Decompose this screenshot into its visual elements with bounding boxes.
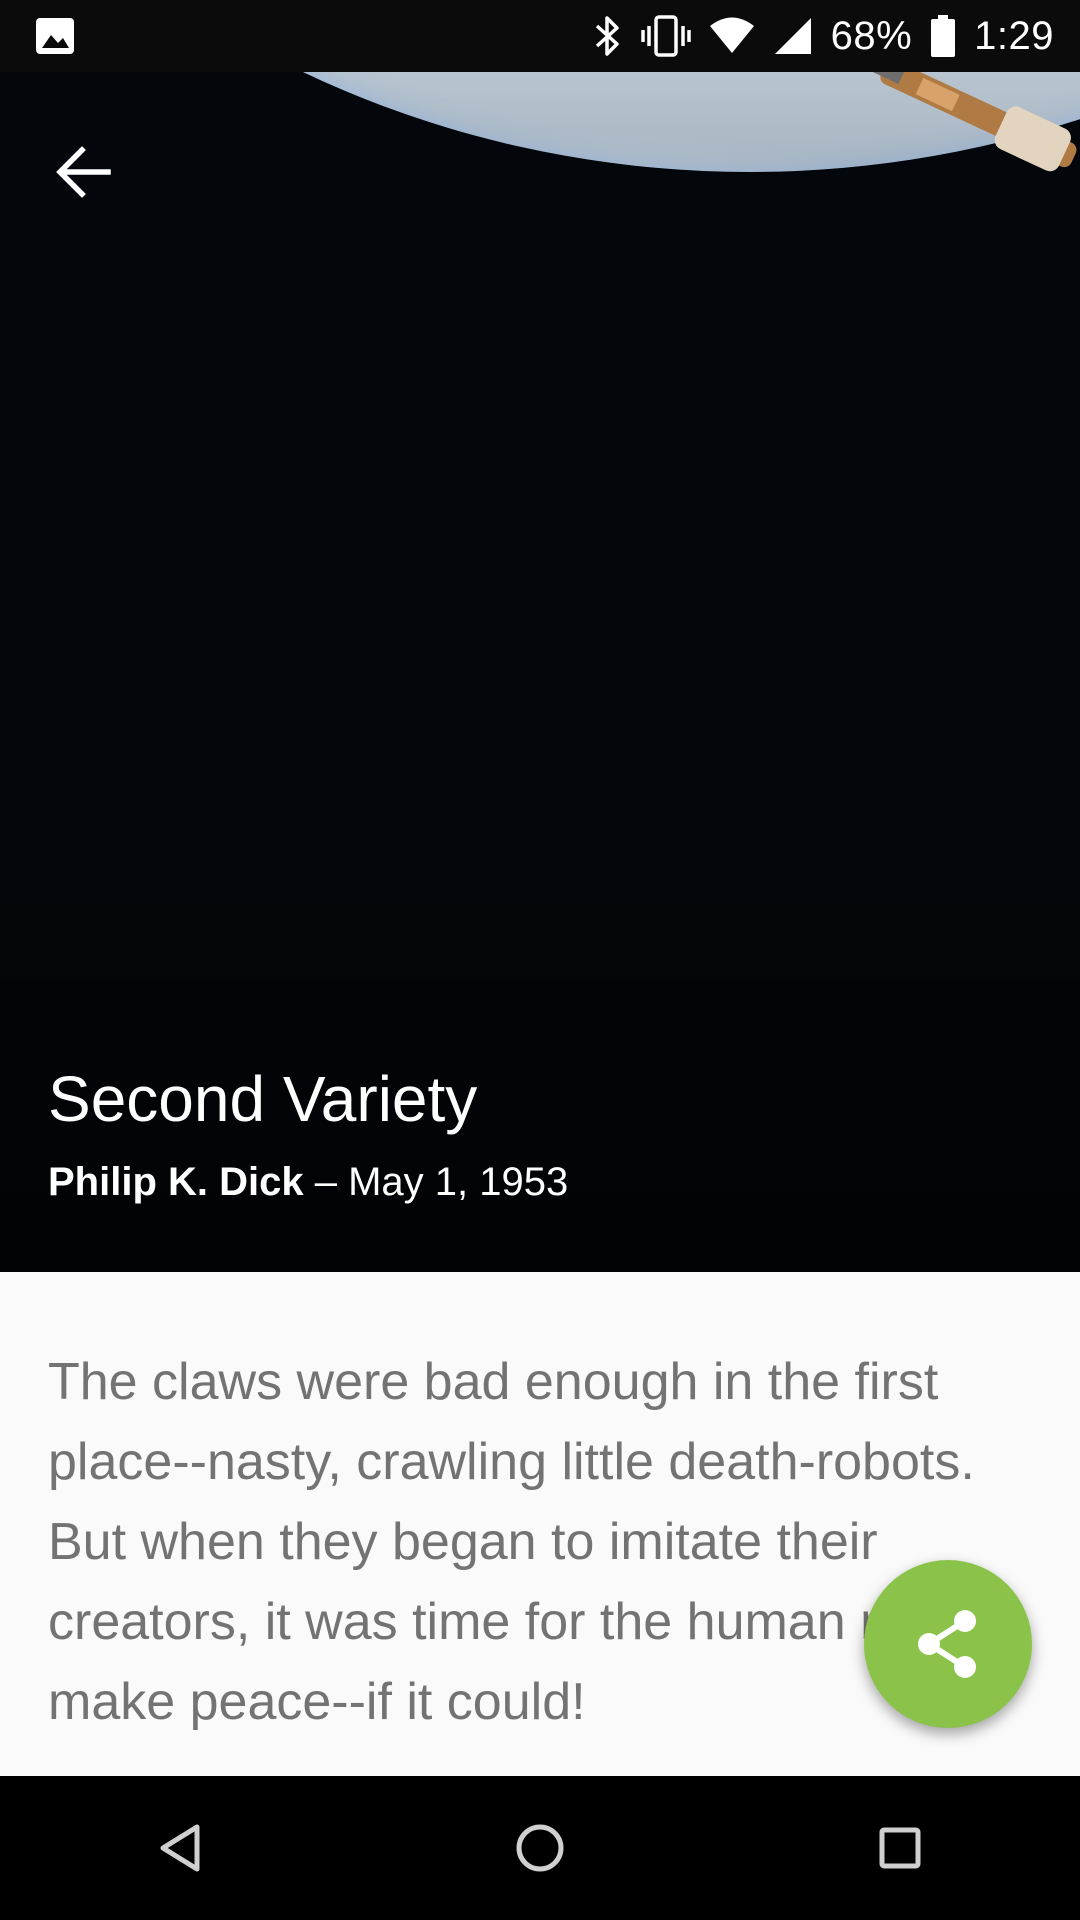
share-button[interactable] [864,1560,1032,1728]
back-button[interactable] [40,128,128,216]
story-meta: Philip K. Dick – May 1, 1953 [48,1160,568,1205]
nav-home-button[interactable] [480,1788,600,1908]
clock: 1:29 [974,13,1054,58]
space-station-arm [871,72,1077,172]
share-icon [918,1610,976,1678]
navigation-bar [0,1776,1080,1920]
author-name: Philip K. Dick [48,1160,304,1204]
nav-back-button[interactable] [120,1788,240,1908]
nav-recents-button[interactable] [840,1788,960,1908]
arrow-back-icon [56,146,111,198]
publish-date: May 1, 1953 [348,1160,569,1204]
vibrate-icon [640,14,691,58]
signal-icon [773,16,813,56]
recents-square-icon [879,1827,921,1869]
battery-icon [930,14,956,58]
wifi-icon [709,17,755,55]
meta-separator: – [303,1160,349,1204]
status-bar: 68% 1:29 [0,0,1080,72]
image-notification-icon [34,16,76,56]
bluetooth-icon [593,14,623,58]
home-circle-icon [516,1824,564,1872]
story-title: Second Variety [48,1063,478,1135]
battery-percent: 68% [830,13,913,58]
back-triangle-icon [160,1824,200,1872]
hero-image: Second Variety Philip K. Dick – May 1, 1… [0,72,1080,1272]
